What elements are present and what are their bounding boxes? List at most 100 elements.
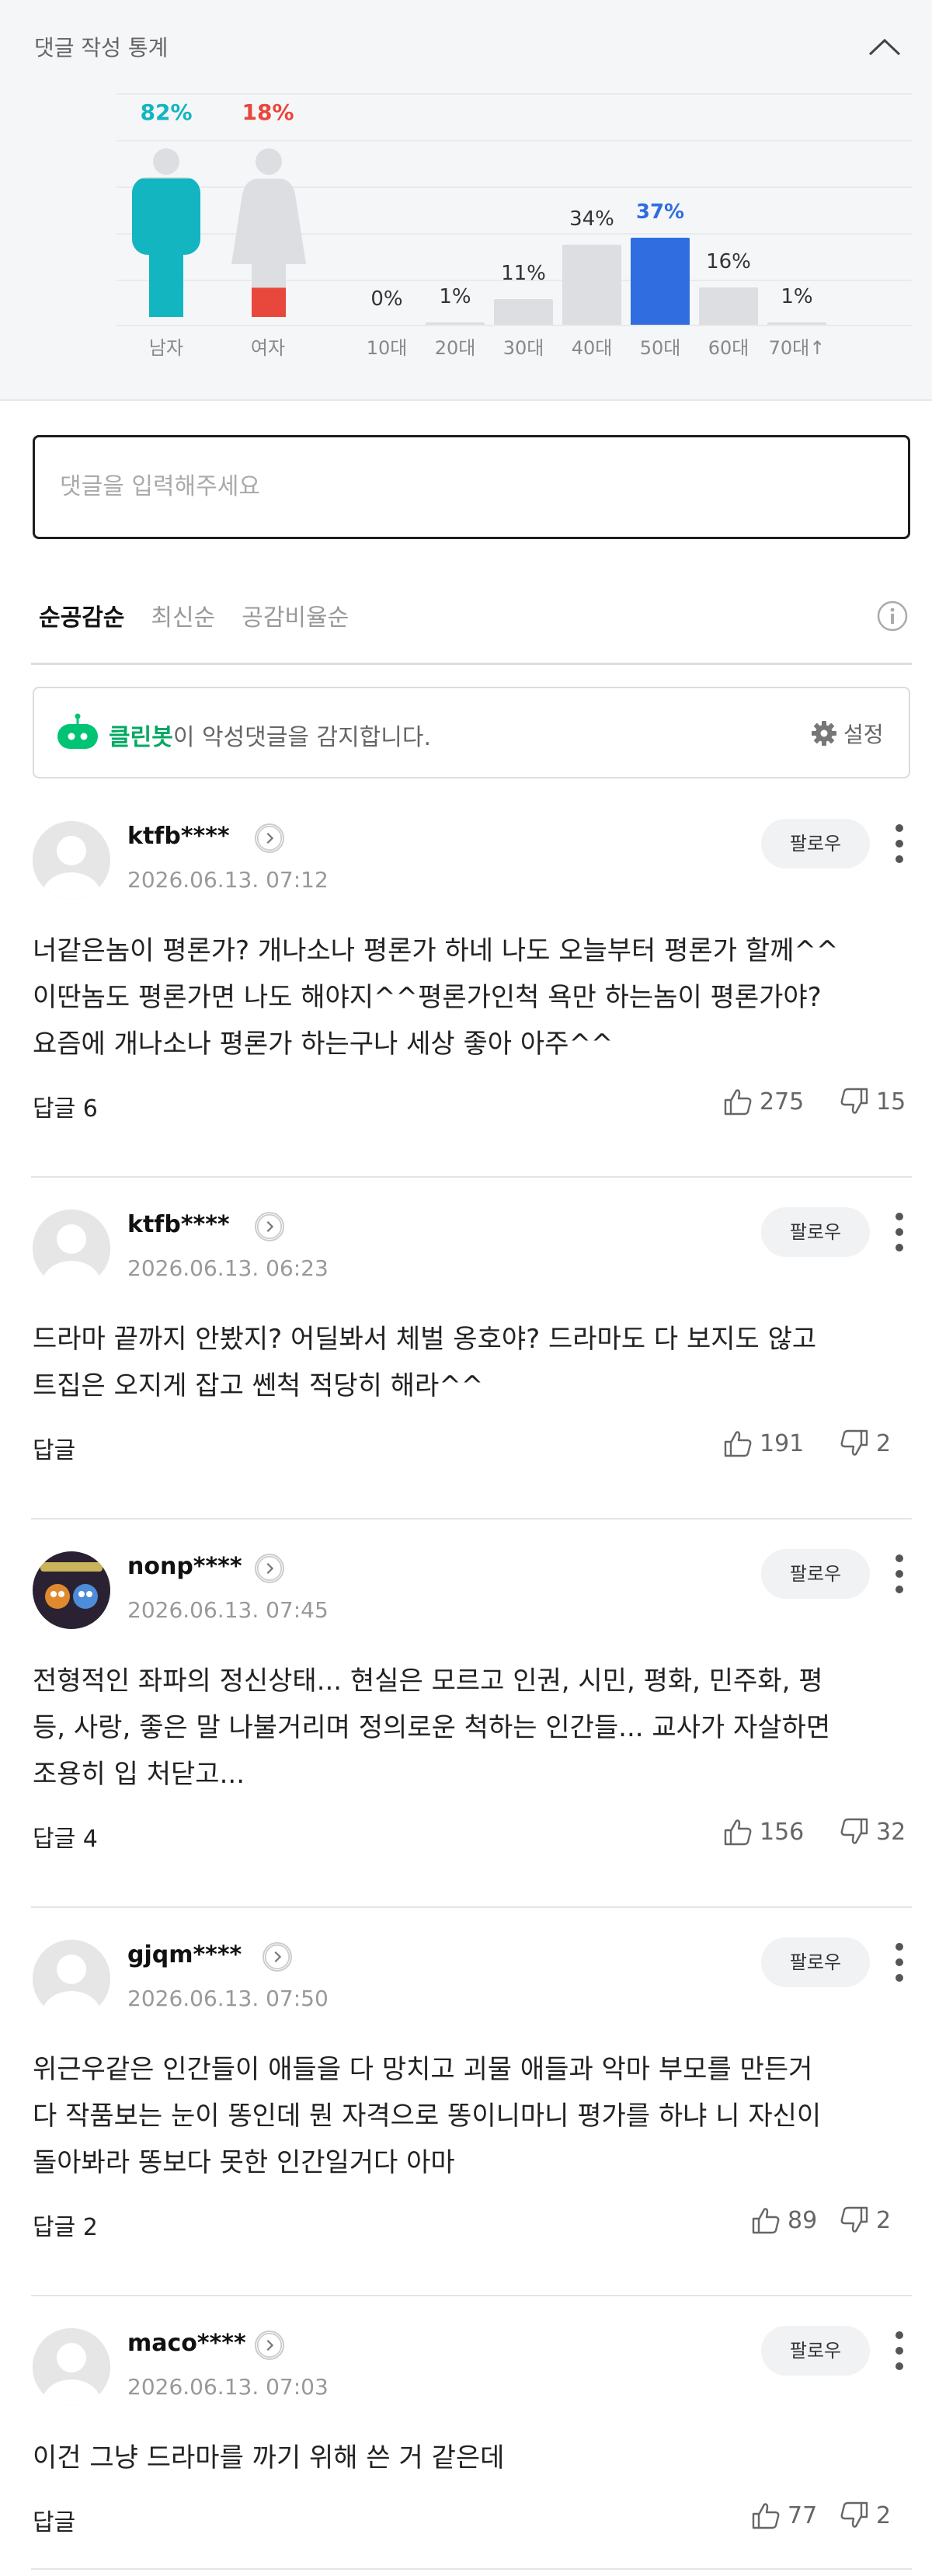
follow-button[interactable]: 팔로우 <box>761 2326 870 2376</box>
reply-button[interactable]: 답글 <box>33 2503 75 2537</box>
thumbs-up-icon <box>724 1431 752 1457</box>
dislike-button[interactable]: 15 <box>839 1086 906 1117</box>
chevron-right-icon[interactable] <box>255 2331 284 2360</box>
follow-button[interactable]: 팔로우 <box>761 1549 870 1599</box>
reply-button[interactable]: 답글 6 <box>33 1089 98 1123</box>
chevron-right-icon[interactable] <box>255 823 284 853</box>
dislike-button[interactable]: 2 <box>839 2205 891 2236</box>
sort-tab-latest[interactable]: 최신순 <box>151 598 215 637</box>
comment-body: 위근우같은 인간들이 애들을 다 망치고 괴물 애들과 악마 부모를 만든거 다… <box>33 2054 822 2178</box>
username[interactable]: nonp**** <box>127 1553 242 1580</box>
more-options-icon[interactable] <box>892 2331 907 2371</box>
thumbs-down-icon <box>840 1818 868 1844</box>
age-bar <box>562 245 621 325</box>
female-figure-icon <box>231 148 306 317</box>
cleanbot-robot-icon <box>57 713 98 749</box>
comment-input[interactable]: 댓글을 입력해주세요 <box>33 435 910 539</box>
username[interactable]: ktfb**** <box>127 1211 230 1238</box>
dislike-count: 15 <box>876 1088 906 1116</box>
comment-body: 너같은놈이 평론가? 개나소나 평론가 하네 나도 오늘부터 평론가 할께^^ … <box>33 935 839 1060</box>
default-avatar-icon <box>33 821 110 899</box>
chevron-up-icon[interactable] <box>865 31 904 62</box>
avatar[interactable] <box>33 1551 110 1629</box>
dislike-count: 2 <box>876 1429 892 1457</box>
thumbs-down-icon <box>840 1088 868 1114</box>
follow-button[interactable]: 팔로우 <box>761 1937 870 1987</box>
dislike-button[interactable]: 32 <box>839 1816 906 1847</box>
more-options-icon[interactable] <box>892 1554 907 1594</box>
avatar[interactable] <box>33 821 110 899</box>
custom-avatar-image <box>33 1551 110 1629</box>
like-count: 275 <box>760 1088 805 1116</box>
like-button[interactable]: 191 <box>722 1428 804 1459</box>
comment-timestamp: 2026.06.13. 07:12 <box>127 867 329 893</box>
reply-button[interactable]: 답글 <box>33 1431 75 1465</box>
sort-divider <box>31 663 912 665</box>
age-bar <box>699 287 758 325</box>
comment-stats-panel: 댓글 작성 통계 82% 18% 남자 여자 0%10대1%20대11% <box>0 0 932 401</box>
age-percent: 1% <box>439 285 471 308</box>
more-options-icon[interactable] <box>892 1212 907 1252</box>
chevron-right-icon[interactable] <box>255 1212 284 1241</box>
sort-tab-popular[interactable]: 순공감순 <box>39 598 124 637</box>
info-icon[interactable] <box>876 600 909 632</box>
age-bar <box>494 299 553 325</box>
dislike-button[interactable]: 2 <box>839 2500 891 2531</box>
username[interactable]: ktfb**** <box>127 823 230 850</box>
comment-timestamp: 2026.06.13. 07:03 <box>127 2374 329 2400</box>
comment-separator <box>31 2568 912 2570</box>
reply-button[interactable]: 답글 4 <box>33 1819 98 1854</box>
comment-timestamp: 2026.06.13. 07:45 <box>127 1597 329 1623</box>
comment-timestamp: 2026.06.13. 06:23 <box>127 1255 329 1281</box>
comment-body: 이건 그냥 드라마를 까기 위해 쓴 거 같은데 <box>33 2442 505 2473</box>
dislike-count: 2 <box>876 2501 892 2529</box>
thumbs-up-icon <box>752 2503 780 2529</box>
avatar[interactable] <box>33 2328 110 2406</box>
age-percent: 1% <box>781 285 813 308</box>
follow-button[interactable]: 팔로우 <box>761 1207 870 1257</box>
thumbs-up-icon <box>724 1089 752 1116</box>
female-label: 여자 <box>250 337 286 359</box>
comment-separator <box>31 1518 912 1519</box>
default-avatar-icon <box>33 1940 110 2017</box>
default-avatar-icon <box>33 1210 110 1287</box>
like-count: 156 <box>760 1818 805 1846</box>
sort-tab-ratio[interactable]: 공감비율순 <box>242 598 349 637</box>
cleanbot-banner: 클린봇이 악성댓글을 감지합니다. 설정 <box>33 687 910 778</box>
follow-button[interactable]: 팔로우 <box>761 819 870 869</box>
chevron-right-icon[interactable] <box>263 1942 292 1972</box>
age-bar <box>767 322 826 325</box>
comment-timestamp: 2026.06.13. 07:50 <box>127 1986 329 2011</box>
like-button[interactable]: 89 <box>750 2205 817 2236</box>
dislike-count: 32 <box>876 1818 906 1846</box>
dislike-button[interactable]: 2 <box>839 1428 891 1459</box>
reply-button[interactable]: 답글 2 <box>33 2208 98 2242</box>
female-percent: 18% <box>242 99 294 125</box>
male-percent: 82% <box>140 99 193 125</box>
cleanbot-brand: 클린봇 <box>109 724 173 751</box>
age-label: 70대↑ <box>768 337 826 359</box>
username[interactable]: maco**** <box>127 2330 246 2357</box>
thumbs-down-icon <box>840 2206 868 2233</box>
thumbs-down-icon <box>840 2501 868 2528</box>
like-count: 77 <box>788 2501 818 2529</box>
username[interactable]: gjqm**** <box>127 1941 242 1969</box>
age-percent: 11% <box>501 262 546 285</box>
thumbs-up-icon <box>724 1819 752 1846</box>
more-options-icon[interactable] <box>892 823 907 864</box>
male-figure-icon <box>132 148 200 317</box>
cleanbot-settings-label: 설정 <box>843 722 884 747</box>
gear-icon <box>812 721 836 746</box>
more-options-icon[interactable] <box>892 1942 907 1982</box>
thumbs-down-icon <box>840 1429 868 1456</box>
like-button[interactable]: 156 <box>722 1816 804 1847</box>
avatar[interactable] <box>33 1210 110 1287</box>
chevron-right-icon[interactable] <box>255 1554 284 1583</box>
avatar[interactable] <box>33 1940 110 2017</box>
sort-tabs: 순공감순 최신순 공감비율순 <box>39 598 349 637</box>
like-button[interactable]: 77 <box>750 2500 817 2531</box>
age-percent: 16% <box>706 250 751 273</box>
cleanbot-message: 이 악성댓글을 감지합니다. <box>172 724 432 751</box>
cleanbot-settings-button[interactable]: 설정 <box>811 718 884 749</box>
like-button[interactable]: 275 <box>722 1086 804 1117</box>
